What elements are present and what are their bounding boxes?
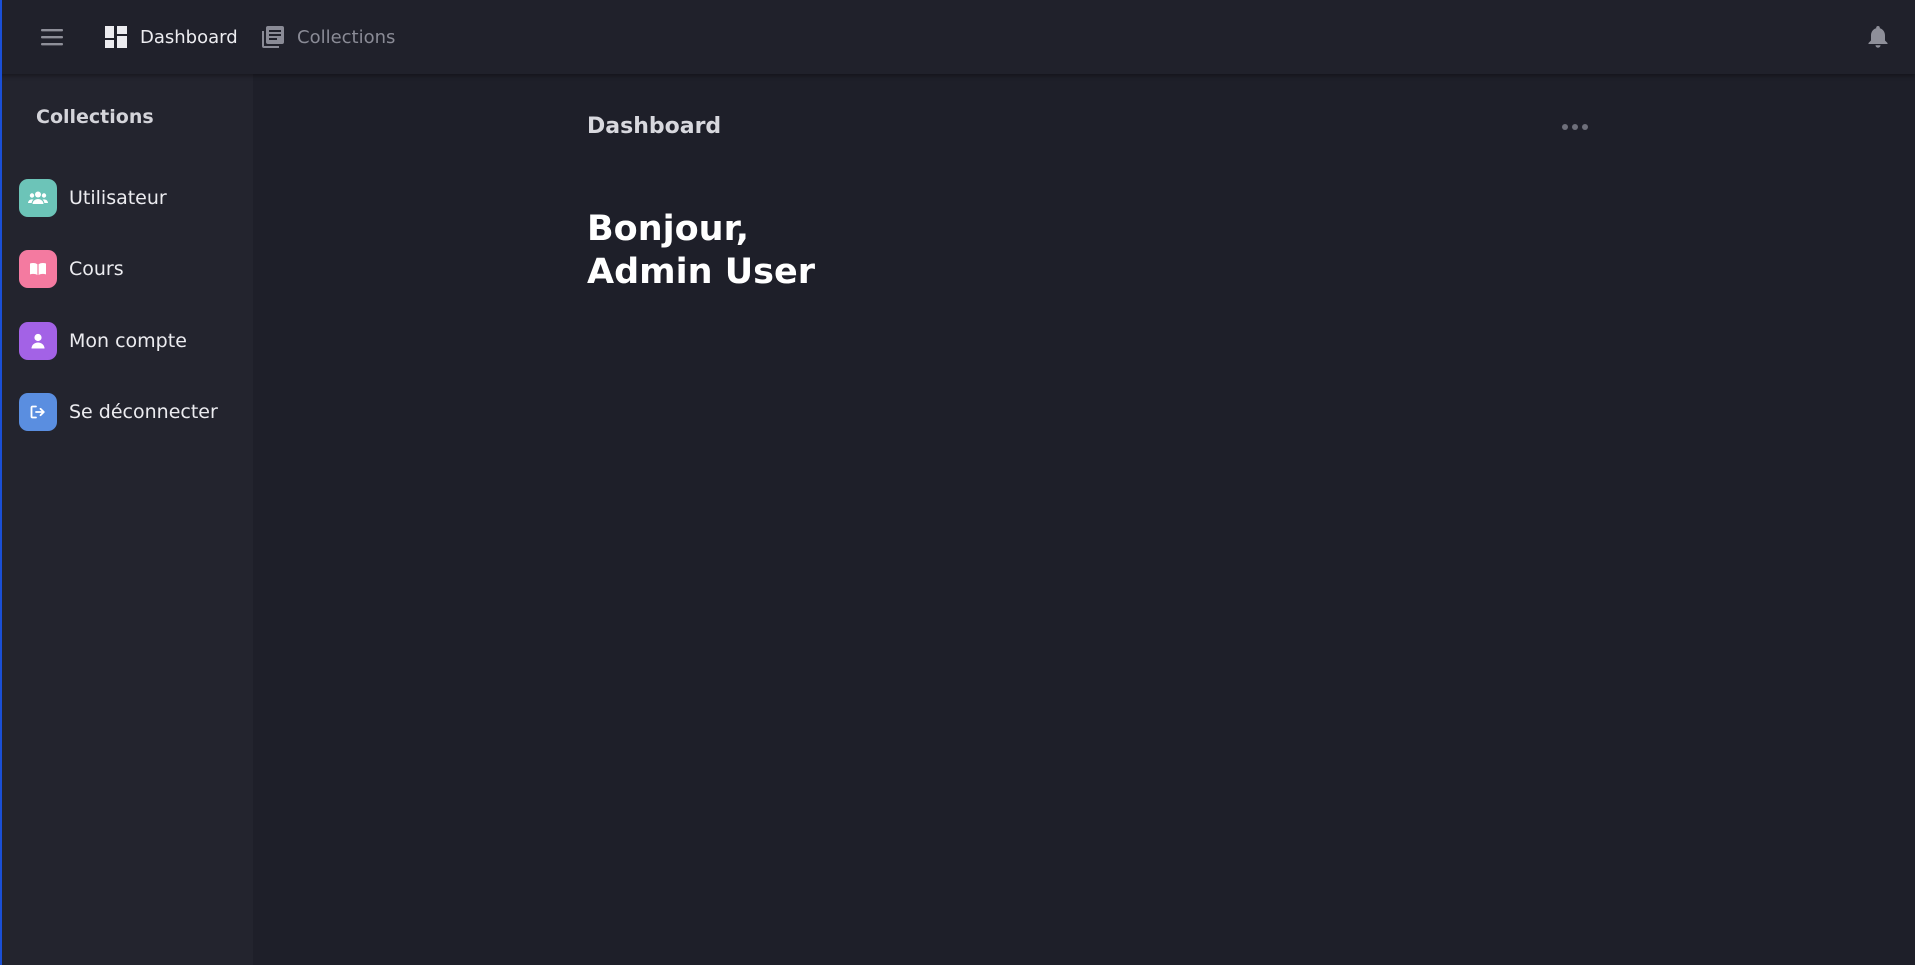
greeting-user-name: Admin User [587,252,815,292]
nav-collections[interactable]: Collections [261,20,395,54]
sidebar-item-label: Cours [69,258,124,280]
window-edge [0,0,2,965]
sidebar-title: Collections [36,106,154,128]
top-bar: Dashboard Collections [0,0,1915,74]
logout-icon [30,405,45,419]
notifications-button[interactable] [1862,20,1894,52]
greeting: Bonjour, Admin User [587,208,815,294]
menu-button[interactable] [36,21,68,53]
page-title: Dashboard [587,114,722,139]
users-icon [28,191,48,204]
nav-dashboard-label: Dashboard [140,26,238,48]
sidebar-item-label: Utilisateur [69,187,167,209]
greeting-line-1: Bonjour, [587,209,750,249]
nav-dashboard[interactable]: Dashboard [104,20,238,54]
bell-icon [1868,26,1888,48]
sidebar-item-label: Mon compte [69,330,187,352]
sidebar-item-badge [19,179,57,217]
sidebar: Collections Utilisateur Cours Mon compte… [2,74,253,965]
more-dots-icon [1562,124,1588,130]
sidebar-item-badge [19,393,57,431]
sidebar-item-cours[interactable]: Cours [19,249,239,289]
sidebar-item-badge [19,322,57,360]
user-icon [31,333,45,349]
sidebar-item-label: Se déconnecter [69,401,218,423]
dashboard-grid-icon [104,25,128,49]
sidebar-item-mon-compte[interactable]: Mon compte [19,321,239,361]
nav-collections-label: Collections [297,26,396,48]
book-icon [30,262,46,275]
collections-stack-icon [261,25,285,49]
sidebar-item-badge [19,250,57,288]
sidebar-item-se-deconnecter[interactable]: Se déconnecter [19,392,239,432]
more-options-button[interactable] [1558,118,1592,136]
sidebar-item-utilisateur[interactable]: Utilisateur [19,178,239,218]
hamburger-menu-icon [41,29,63,46]
